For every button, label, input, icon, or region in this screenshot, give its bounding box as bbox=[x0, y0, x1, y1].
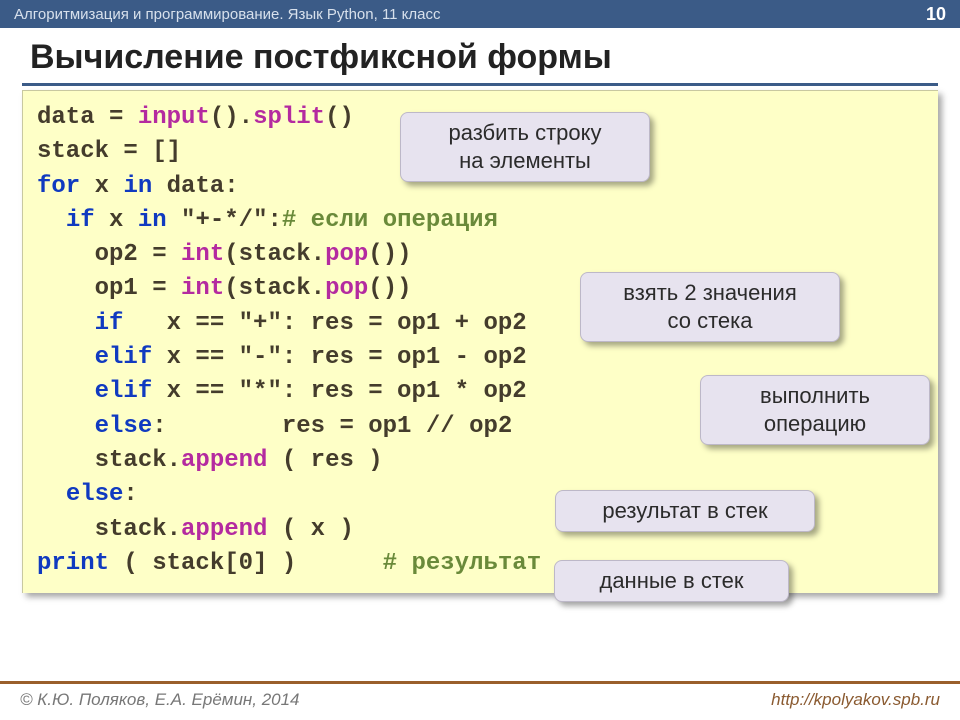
slide-title: Вычисление постфиксной формы bbox=[0, 28, 960, 83]
annotation-operate: выполнитьоперацию bbox=[700, 375, 930, 445]
footer: © К.Ю. Поляков, Е.А. Ерёмин, 2014 http:/… bbox=[0, 681, 960, 720]
footer-authors: © К.Ю. Поляков, Е.А. Ерёмин, 2014 bbox=[20, 690, 300, 710]
page-number: 10 bbox=[926, 4, 946, 25]
course-title: Алгоритмизация и программирование. Язык … bbox=[14, 6, 441, 23]
annotation-push-res: результат в стек bbox=[555, 490, 815, 532]
footer-url: http://kpolyakov.spb.ru bbox=[771, 690, 940, 710]
title-rule bbox=[22, 83, 938, 86]
annotation-split: разбить строкуна элементы bbox=[400, 112, 650, 182]
annotation-pop: взять 2 значениясо стека bbox=[580, 272, 840, 342]
annotation-push-x: данные в стек bbox=[554, 560, 789, 602]
top-bar: Алгоритмизация и программирование. Язык … bbox=[0, 0, 960, 28]
